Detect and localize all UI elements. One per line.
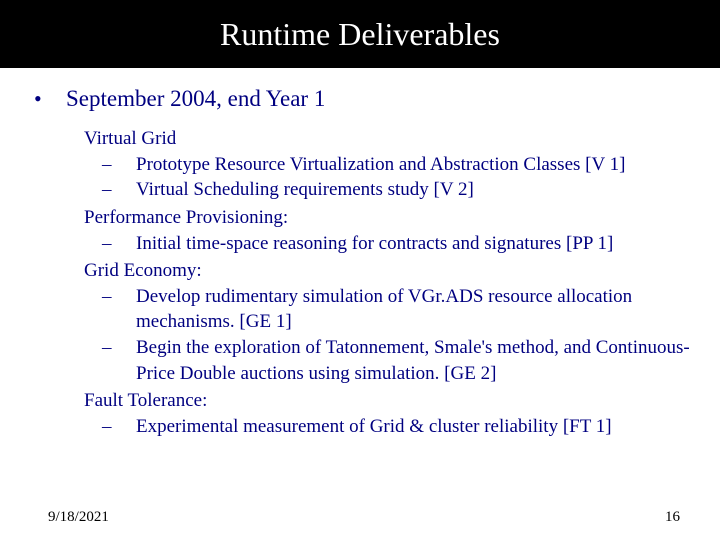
bullet-marker: • [30,86,66,112]
item-text: Virtual Scheduling requirements study [V… [136,177,690,203]
body-block: Virtual Grid – Prototype Resource Virtua… [30,126,690,440]
dash-icon: – [102,152,136,178]
item-text: Develop rudimentary simulation of VGr.AD… [136,284,690,335]
list-item: – Prototype Resource Virtualization and … [84,152,690,178]
list-item: – Virtual Scheduling requirements study … [84,177,690,203]
section-performance-provisioning: Performance Provisioning: [84,205,690,231]
bullet-text: September 2004, end Year 1 [66,86,325,112]
dash-icon: – [102,414,136,440]
title-bar: Runtime Deliverables [0,0,720,68]
slide-title: Runtime Deliverables [220,16,500,53]
item-text: Begin the exploration of Tatonnement, Sm… [136,335,690,386]
footer-page-number: 16 [665,509,680,526]
section-fault-tolerance: Fault Tolerance: [84,388,690,414]
dash-icon: – [102,284,136,310]
list-item: – Experimental measurement of Grid & clu… [84,414,690,440]
section-grid-economy: Grid Economy: [84,258,690,284]
item-text: Prototype Resource Virtualization and Ab… [136,152,690,178]
content-area: • September 2004, end Year 1 Virtual Gri… [0,68,720,440]
top-bullet: • September 2004, end Year 1 [30,86,690,112]
dash-icon: – [102,231,136,257]
list-item: – Develop rudimentary simulation of VGr.… [84,284,690,335]
footer-date: 9/18/2021 [48,509,109,526]
section-virtual-grid: Virtual Grid [84,126,690,152]
dash-icon: – [102,335,136,361]
list-item: – Begin the exploration of Tatonnement, … [84,335,690,386]
dash-icon: – [102,177,136,203]
list-item: – Initial time-space reasoning for contr… [84,231,690,257]
item-text: Initial time-space reasoning for contrac… [136,231,690,257]
item-text: Experimental measurement of Grid & clust… [136,414,690,440]
footer: 9/18/2021 16 [0,509,720,526]
